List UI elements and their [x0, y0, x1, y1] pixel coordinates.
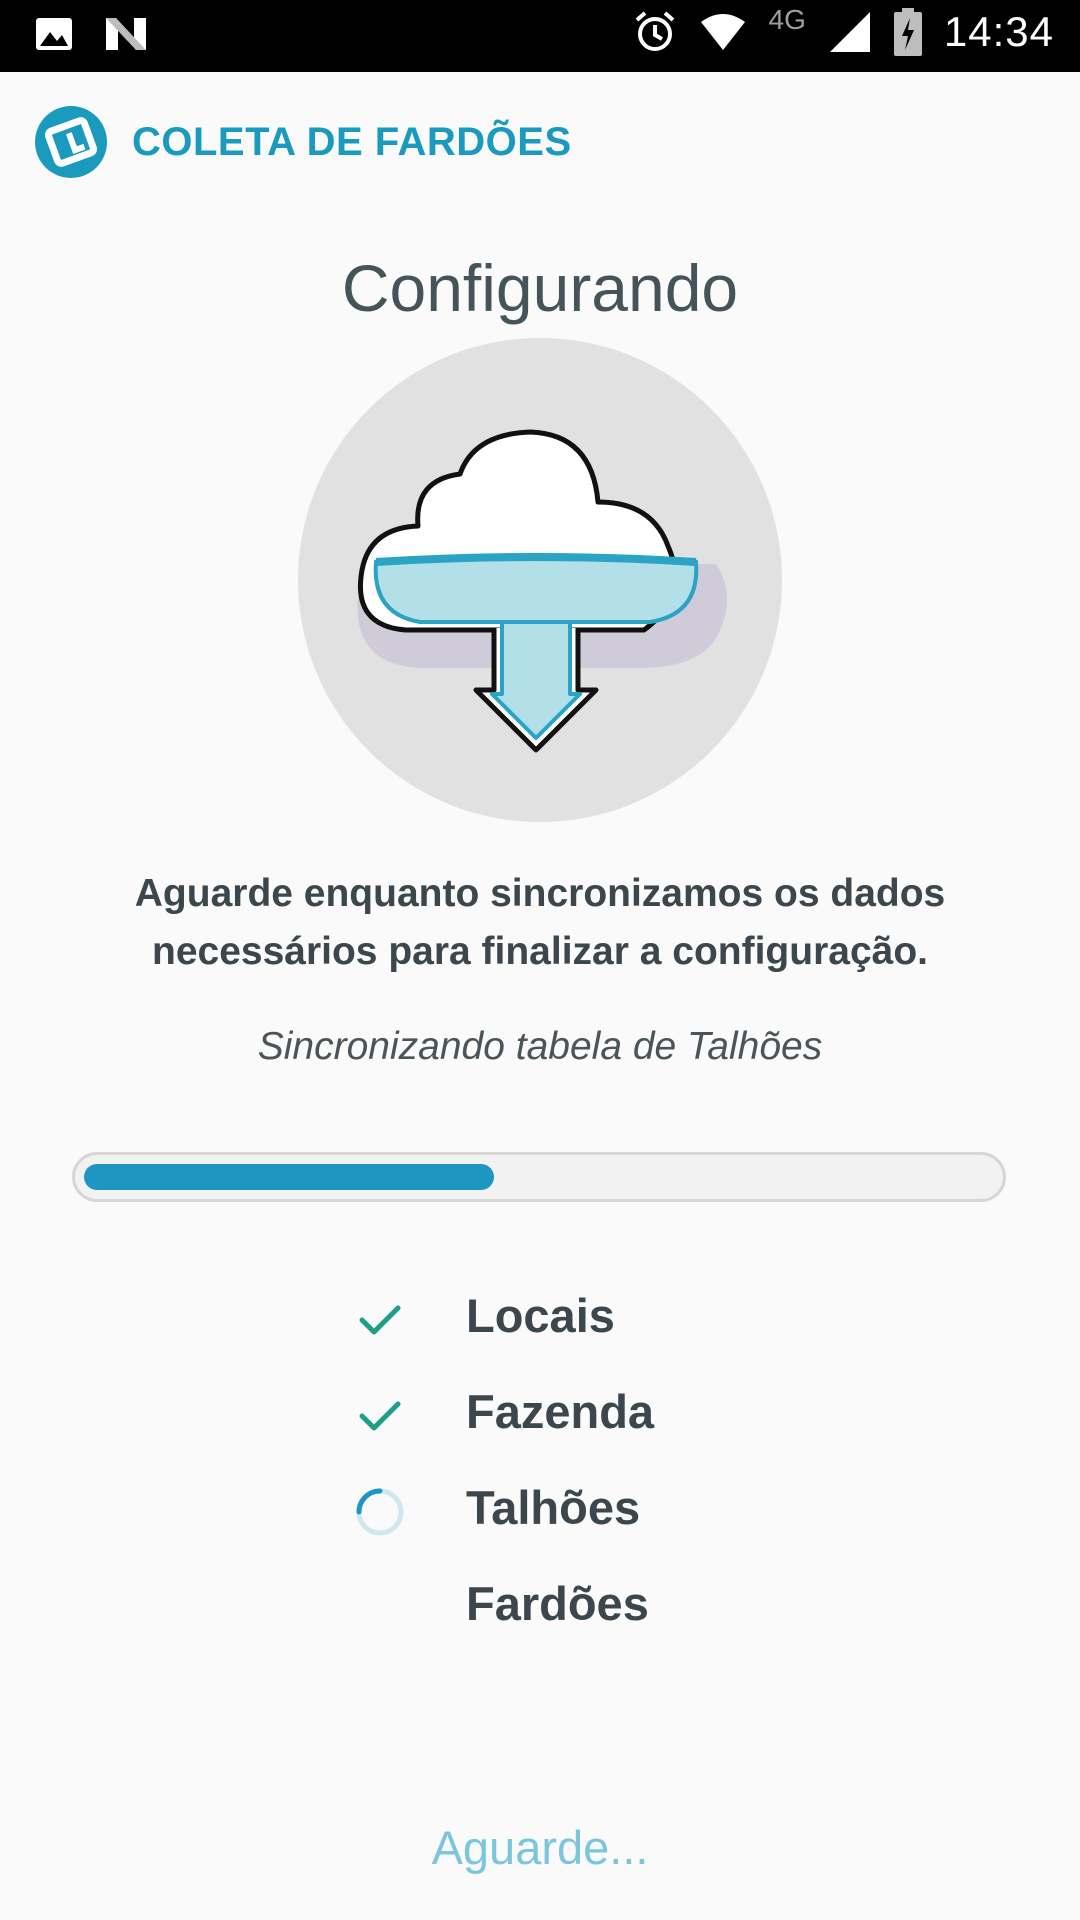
clock: 14:34	[943, 8, 1054, 55]
app-logo-icon	[35, 106, 107, 178]
wait-button[interactable]: Aguarde...	[0, 1820, 1080, 1875]
step-label: Locais	[466, 1289, 615, 1342]
signal-icon	[829, 12, 870, 52]
step-talhoes: Talhões	[340, 1470, 840, 1566]
loading-spinner-icon	[356, 1488, 404, 1536]
battery-charging-icon	[893, 8, 922, 56]
network-type: 4G	[768, 4, 806, 35]
step-fazenda: Fazenda	[340, 1374, 840, 1470]
step-locais: Locais	[340, 1278, 840, 1374]
progress-fill	[84, 1164, 494, 1190]
step-fardoes: Fardões	[340, 1566, 840, 1662]
sync-description: Aguarde enquanto sincronizamos os dados …	[134, 872, 946, 973]
page-title: Configurando	[341, 251, 739, 325]
status-bar-left	[34, 14, 148, 54]
app-title: COLETA DE FARDÕES	[132, 119, 572, 164]
alarm-icon	[635, 11, 674, 51]
sync-steps-list: Locais Fazenda Talhões Fardões	[340, 1278, 840, 1662]
check-icon	[359, 1401, 401, 1431]
sync-status-text: Sincronizando tabela de Talhões	[257, 1025, 823, 1068]
n-notification-icon	[106, 18, 146, 50]
step-label: Fazenda	[466, 1385, 655, 1438]
wifi-icon	[700, 14, 745, 50]
status-bar: 4G 14:34	[0, 0, 1080, 72]
sync-progress-bar	[72, 1152, 1006, 1202]
check-icon	[359, 1305, 401, 1335]
gallery-icon	[36, 18, 72, 50]
cloud-download-icon	[298, 338, 782, 822]
status-bar-right: 4G 14:34	[633, 4, 1054, 56]
step-label: Talhões	[466, 1481, 641, 1534]
step-label: Fardões	[466, 1577, 649, 1630]
app-header: COLETA DE FARDÕES	[34, 104, 572, 180]
